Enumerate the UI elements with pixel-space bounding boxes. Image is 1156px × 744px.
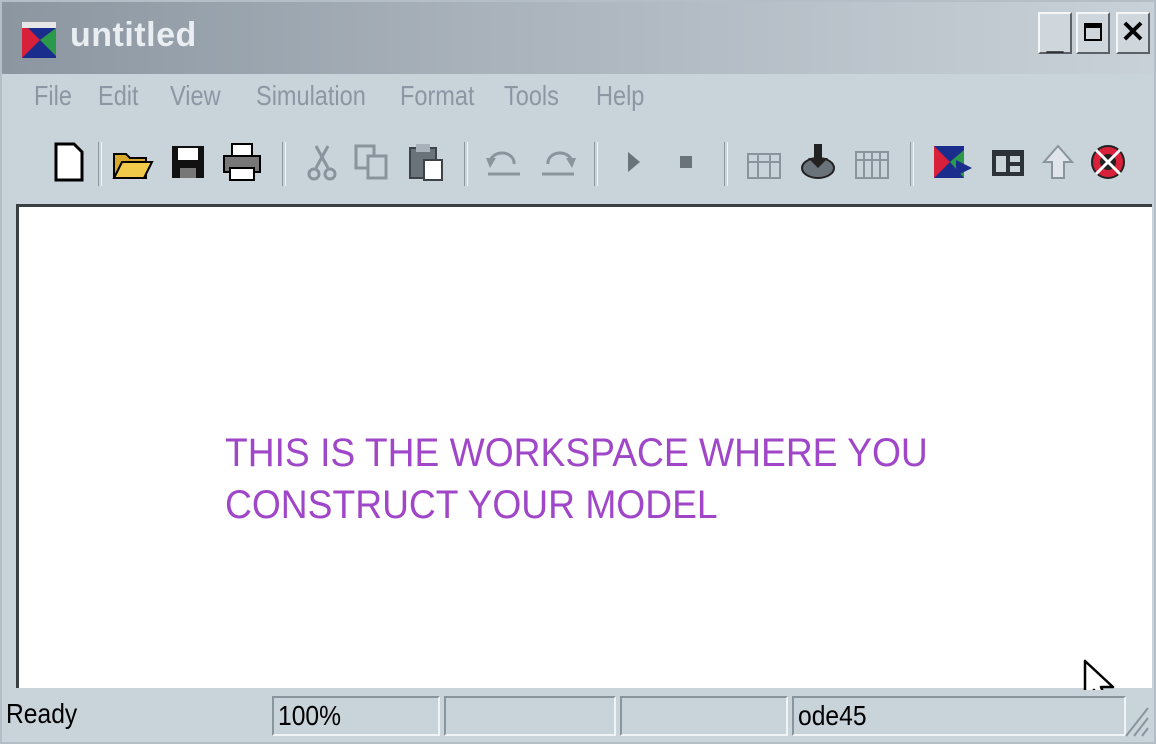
redo-button[interactable] <box>536 140 580 184</box>
menu-view[interactable]: View <box>170 80 221 112</box>
debug-icon <box>1091 145 1125 179</box>
go-to-parent-icon <box>1041 144 1075 179</box>
toolbar-separator <box>98 142 102 186</box>
maximize-button[interactable] <box>1076 12 1110 54</box>
undo-button[interactable] <box>482 140 526 184</box>
paste-button[interactable] <box>404 140 448 184</box>
maximize-icon <box>1083 18 1103 48</box>
model-canvas[interactable]: THIS IS THE WORKSPACE WHERE YOU CONSTRUC… <box>16 204 1152 709</box>
toolbar-separator <box>594 142 598 186</box>
model-explorer-icon <box>992 150 1024 176</box>
copy-button[interactable] <box>350 140 394 184</box>
build-icon <box>747 153 781 179</box>
update-diagram-button[interactable] <box>796 140 840 184</box>
redo-icon <box>542 151 576 176</box>
status-field-3 <box>444 696 616 736</box>
close-button[interactable]: ✕ <box>1116 12 1150 54</box>
cut-button[interactable] <box>300 140 344 184</box>
toolbar <box>2 128 1154 200</box>
close-icon: ✕ <box>1120 16 1146 49</box>
menu-format[interactable]: Format <box>400 80 474 112</box>
incremental-build-button[interactable] <box>850 140 894 184</box>
resize-grip-icon[interactable] <box>1122 702 1150 738</box>
save-icon <box>172 146 204 178</box>
open-icon <box>112 153 154 179</box>
model-explorer-button[interactable] <box>986 140 1030 184</box>
workspace-annotation: THIS IS THE WORKSPACE WHERE YOU CONSTRUC… <box>225 427 928 531</box>
menu-bar: File Edit View Simulation Format Tools H… <box>2 74 1154 124</box>
toolbar-separator <box>724 142 728 186</box>
menu-file[interactable]: File <box>34 80 72 112</box>
title-bar[interactable]: untitled _ ✕ <box>2 2 1154 74</box>
window-title: untitled <box>70 16 197 54</box>
status-state: Ready <box>6 698 78 729</box>
start-simulation-icon <box>628 152 640 172</box>
toolbar-separator <box>464 142 468 186</box>
new-model-button[interactable] <box>46 140 90 184</box>
stop-simulation-button[interactable] <box>664 140 708 184</box>
status-field-4 <box>620 696 788 736</box>
simulink-app-icon <box>20 18 60 62</box>
toolbar-separator <box>910 142 914 186</box>
debug-button[interactable] <box>1086 140 1130 184</box>
minimize-icon: _ <box>1046 23 1064 56</box>
save-model-button[interactable] <box>166 140 210 184</box>
menu-tools[interactable]: Tools <box>504 80 559 112</box>
go-to-parent-button[interactable] <box>1036 140 1080 184</box>
stop-simulation-icon <box>680 156 692 168</box>
copy-icon <box>354 144 388 180</box>
update-diagram-icon <box>801 144 835 179</box>
workspace-annotation-line2: CONSTRUCT YOUR MODEL <box>225 483 718 527</box>
toolbar-separator <box>282 142 286 186</box>
minimize-button[interactable]: _ <box>1038 12 1072 56</box>
print-button[interactable] <box>220 140 264 184</box>
undo-icon <box>486 151 520 176</box>
incremental-build-icon <box>855 151 889 179</box>
cut-icon <box>307 145 337 181</box>
paste-icon <box>409 144 443 181</box>
status-bar: Ready 100% ode45 <box>2 690 1154 742</box>
simulink-model-window: untitled _ ✕ File Edit View Simulation F… <box>0 0 1156 744</box>
status-zoom: 100% <box>272 696 440 736</box>
print-icon <box>223 143 261 181</box>
menu-help[interactable]: Help <box>596 80 644 112</box>
status-solver: ode45 <box>792 696 1126 736</box>
open-model-button[interactable] <box>110 140 154 184</box>
menu-simulation[interactable]: Simulation <box>256 80 366 112</box>
workspace-annotation-line1: THIS IS THE WORKSPACE WHERE YOU <box>225 431 928 475</box>
new-icon <box>54 142 84 182</box>
library-browser-button[interactable] <box>930 140 974 184</box>
build-button[interactable] <box>742 140 786 184</box>
menu-edit[interactable]: Edit <box>98 80 139 112</box>
library-browser-icon <box>934 146 972 178</box>
start-simulation-button[interactable] <box>612 140 656 184</box>
